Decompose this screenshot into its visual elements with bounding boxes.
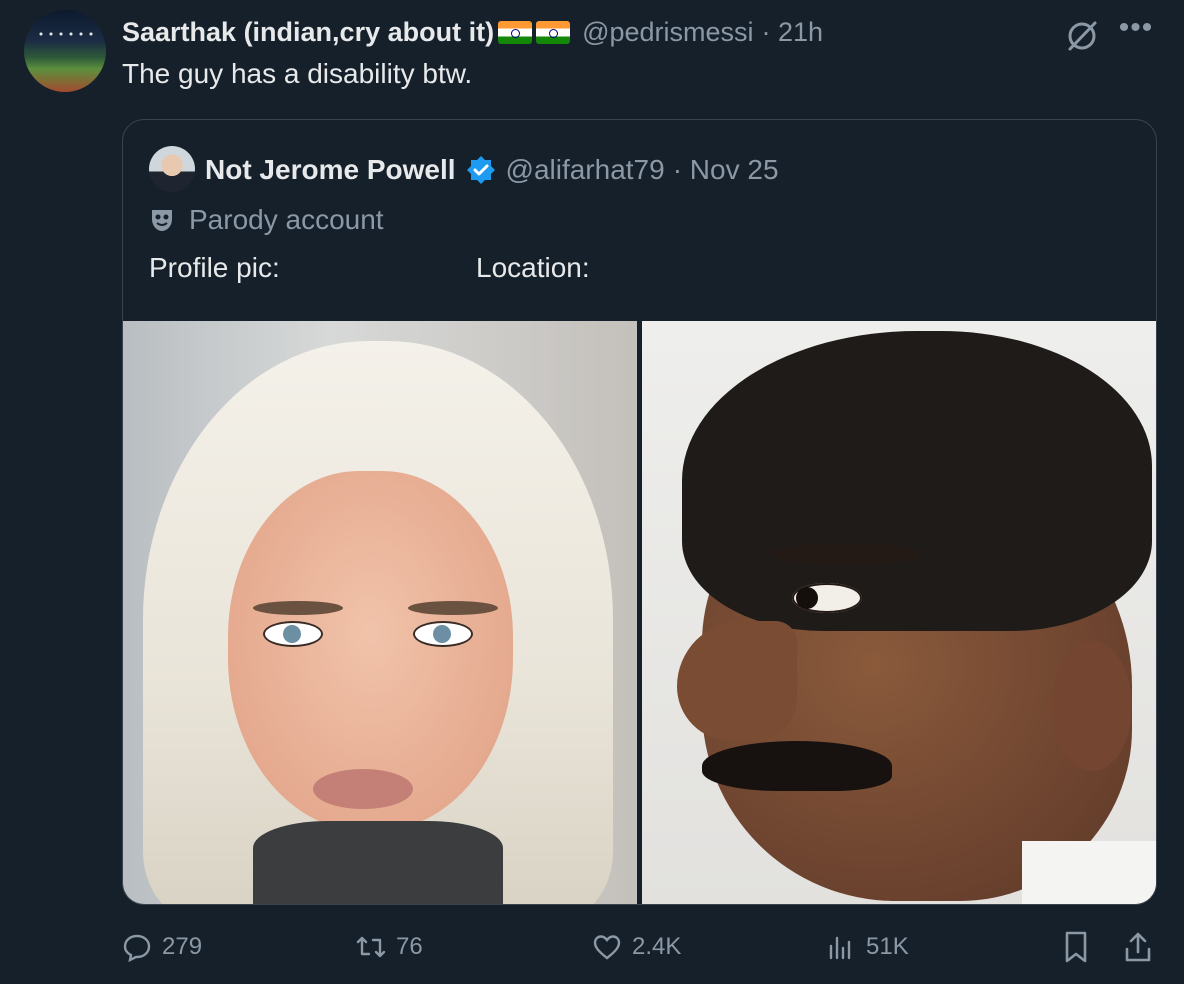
action-bar: 279 76 2.4K 51K	[0, 922, 1184, 972]
quoted-avatar[interactable]	[149, 146, 195, 192]
views-button[interactable]: 51K	[826, 922, 909, 972]
tweet-text: The guy has a disability btw.	[122, 58, 473, 89]
like-count: 2.4K	[632, 933, 682, 960]
share-icon[interactable]	[1122, 930, 1154, 964]
author-name[interactable]: Saarthak (indian,cry about it)	[122, 17, 494, 48]
like-button[interactable]: 2.4K	[592, 922, 681, 972]
repost-count: 76	[396, 933, 423, 960]
more-options-icon[interactable]: •••	[1116, 13, 1156, 46]
man-with-mustache-profile-image[interactable]	[642, 321, 1156, 904]
repost-icon	[356, 936, 386, 958]
parody-mask-icon	[152, 210, 172, 231]
parody-text: Parody account	[189, 204, 384, 235]
heart-icon	[593, 935, 621, 960]
verified-badge-icon	[466, 156, 495, 184]
repost-button[interactable]: 76	[356, 922, 423, 972]
quoted-name[interactable]: Not Jerome Powell	[205, 154, 456, 186]
author-avatar[interactable]	[24, 10, 106, 92]
quoted-tweet[interactable]: Not Jerome Powell @alifarhat79 · Nov 25 …	[122, 119, 1157, 905]
blonde-woman-portrait-image[interactable]	[123, 321, 637, 904]
quoted-header: Not Jerome Powell @alifarhat79 · Nov 25	[205, 150, 779, 190]
quoted-handle[interactable]: @alifarhat79	[506, 154, 665, 186]
parody-label: Parody account	[149, 202, 384, 238]
quoted-date[interactable]: · Nov 25	[673, 154, 779, 186]
timestamp[interactable]: · 21h	[762, 17, 824, 48]
views-chart-icon	[829, 936, 851, 960]
location-label: Location:	[476, 252, 590, 283]
reply-button[interactable]: 279	[122, 922, 202, 972]
view-count: 51K	[866, 933, 909, 960]
india-flag-icon	[536, 20, 571, 44]
tweet-header: Saarthak (indian,cry about it) @pedrisme…	[122, 14, 823, 50]
bookmark-icon[interactable]	[1060, 930, 1092, 964]
author-handle[interactable]: @pedrismessi	[582, 17, 753, 48]
reply-count: 279	[162, 933, 203, 960]
profile-pic-label: Profile pic:	[149, 252, 280, 283]
reply-icon	[123, 934, 151, 962]
india-flag-icon	[498, 20, 533, 44]
grok-icon[interactable]	[1064, 18, 1100, 54]
